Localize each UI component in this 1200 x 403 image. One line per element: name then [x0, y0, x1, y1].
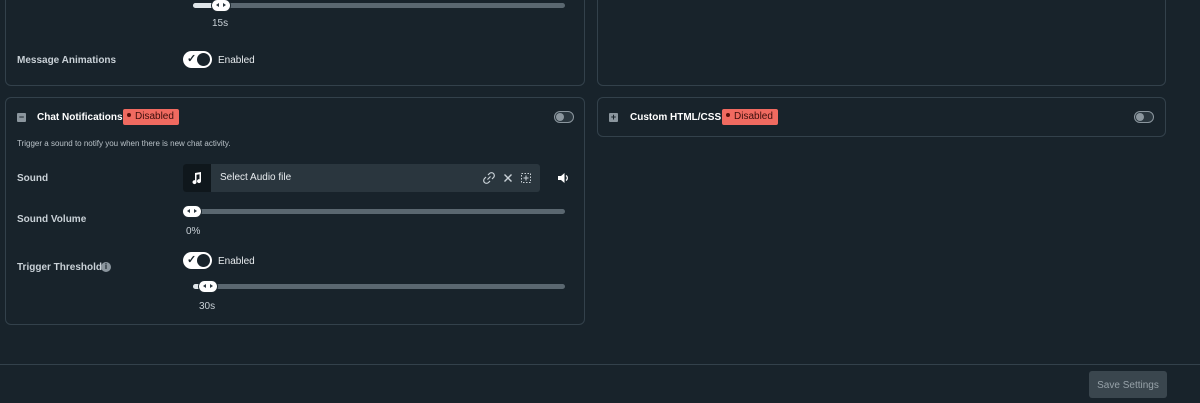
toggle-knob: [1136, 113, 1144, 121]
status-dot-icon: [127, 113, 131, 118]
chat-notifications-toggle[interactable]: [554, 111, 574, 123]
sound-label: Sound: [17, 173, 49, 184]
volume-icon[interactable]: [556, 171, 570, 190]
message-animations-toggle[interactable]: ✓: [183, 51, 212, 68]
info-icon[interactable]: i: [101, 262, 111, 272]
sound-volume-slider[interactable]: [183, 206, 565, 217]
sound-volume-label: Sound Volume: [17, 214, 87, 225]
audio-file-selector[interactable]: Select Audio file: [183, 164, 540, 192]
status-dot-icon: [726, 113, 730, 118]
status-badge: Disabled: [123, 109, 179, 125]
audio-placeholder: Select Audio file: [220, 172, 292, 183]
status-badge-text: Disabled: [135, 111, 174, 122]
status-badge: Disabled: [722, 109, 778, 125]
clear-icon[interactable]: [501, 171, 515, 190]
check-icon: ✓: [187, 53, 197, 65]
custom-html-css-toggle[interactable]: [1134, 111, 1154, 123]
toggle-knob: [197, 254, 210, 267]
trigger-threshold-state: Enabled: [218, 256, 255, 267]
trigger-threshold-toggle[interactable]: ✓: [183, 252, 212, 269]
message-duration-slider[interactable]: [193, 0, 565, 11]
slider-handle[interactable]: [212, 0, 230, 11]
link-icon[interactable]: [482, 171, 496, 190]
footer-divider: [0, 364, 1200, 365]
threshold-value: 30s: [199, 301, 216, 312]
slider-handle[interactable]: [199, 281, 217, 292]
toggle-knob: [556, 113, 564, 121]
collapse-icon[interactable]: −: [17, 113, 26, 122]
check-icon: ✓: [187, 254, 197, 266]
message-animations-label: Message Animations: [17, 55, 117, 66]
trigger-threshold-label: Trigger Threshold: [17, 262, 103, 273]
message-animations-state: Enabled: [218, 55, 255, 66]
toggle-knob: [197, 53, 210, 66]
status-badge-text: Disabled: [734, 111, 773, 122]
expand-icon[interactable]: +: [609, 113, 618, 122]
music-note-icon: [183, 164, 211, 192]
chat-notifications-title: Chat Notifications: [37, 112, 123, 123]
sound-volume-value: 0%: [186, 226, 201, 237]
browse-icon[interactable]: [519, 171, 533, 190]
message-duration-value: 15s: [212, 18, 229, 29]
slider-handle[interactable]: [183, 206, 201, 217]
top-right-panel: [597, 0, 1166, 86]
threshold-slider[interactable]: [193, 281, 565, 292]
custom-html-css-title: Custom HTML/CSS: [630, 112, 722, 123]
chat-notifications-description: Trigger a sound to notify you when there…: [17, 139, 231, 148]
general-settings-panel: [5, 0, 585, 86]
save-settings-button[interactable]: Save Settings: [1089, 371, 1167, 398]
